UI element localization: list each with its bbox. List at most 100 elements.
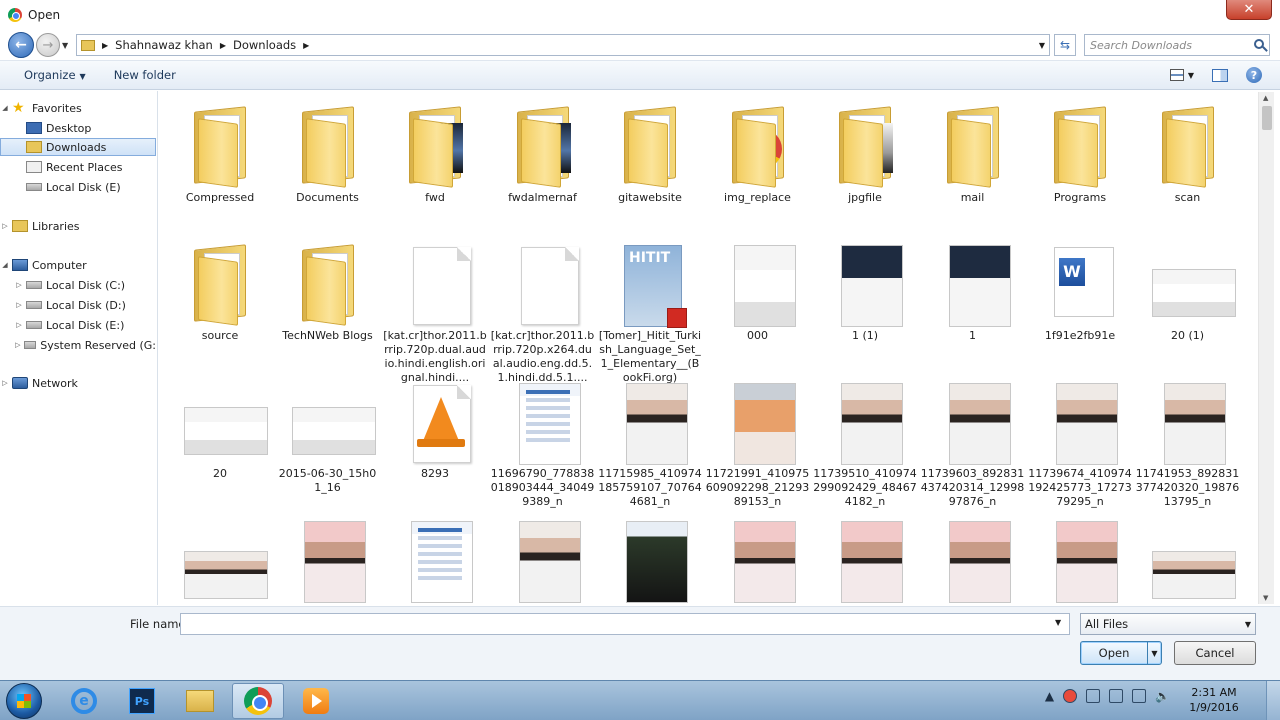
vertical-scrollbar[interactable]: ▲ ▼ [1258, 92, 1274, 604]
expand-icon[interactable]: ▷ [14, 321, 24, 329]
taskbar-media-player[interactable] [290, 683, 342, 719]
expand-icon[interactable]: ▷ [0, 379, 10, 387]
file-item[interactable]: 2015-06-30_15h01_16 [276, 371, 380, 511]
help-icon[interactable]: ? [1246, 67, 1262, 83]
chevron-right-icon[interactable]: ▶ [102, 41, 108, 50]
file-item[interactable]: 11749393_115546 [383, 509, 487, 605]
file-item[interactable]: 11696790_778838018903444_340499389_n [491, 371, 595, 511]
collapse-icon[interactable]: ◢ [0, 261, 10, 269]
taskbar-explorer[interactable] [174, 683, 226, 719]
recent-locations-button[interactable]: ▼ [62, 41, 72, 50]
open-options-dropdown-icon[interactable]: ▼ [1147, 642, 1161, 664]
nav-network[interactable]: ▷ Network [0, 374, 156, 392]
network-tray-icon[interactable] [1132, 689, 1147, 703]
nav-libraries[interactable]: ▷ Libraries [0, 217, 156, 235]
file-item[interactable]: 1 (1) [813, 233, 917, 373]
forward-button[interactable]: → [36, 33, 60, 57]
nav-local-disk-e-fav[interactable]: Local Disk (E) [0, 178, 156, 196]
nav-desktop[interactable]: Desktop [0, 119, 156, 137]
folder-item[interactable]: fwdalmernaf [491, 95, 595, 235]
file-item[interactable]: 11756436_892831 [1136, 509, 1240, 605]
file-item[interactable]: 11739510_410974299092429_484674182_n [813, 371, 917, 511]
scroll-down-icon[interactable]: ▼ [1263, 594, 1268, 602]
file-item[interactable]: HITIT [Tomer]_Hitit_Turkish_Language_Set_… [598, 233, 702, 384]
file-item[interactable]: 000 [706, 233, 810, 373]
folder-item[interactable]: Documents [276, 95, 380, 235]
file-type-select[interactable]: All Files ▼ [1080, 613, 1256, 635]
open-button[interactable]: Open ▼ [1080, 641, 1162, 665]
scrollbar-thumb[interactable] [1262, 106, 1272, 130]
folder-item[interactable]: mail [921, 95, 1025, 235]
nav-system-reserved[interactable]: ▷ System Reserved (G: [0, 336, 156, 354]
refresh-button[interactable]: ⇆ [1054, 34, 1076, 56]
cancel-button[interactable]: Cancel [1174, 641, 1256, 665]
nav-recent-places[interactable]: Recent Places [0, 158, 156, 176]
chevron-right-icon[interactable]: ▶ [303, 41, 309, 50]
taskbar-internet-explorer[interactable]: e [58, 683, 110, 719]
new-folder-button[interactable]: New folder [114, 68, 176, 82]
file-item[interactable]: [kat.cr]thor.2011.brrip.720p.dual.audio.… [383, 233, 487, 384]
organize-button[interactable]: Organize ▼ [24, 68, 86, 82]
expand-icon[interactable]: ◢ [0, 104, 10, 112]
file-item[interactable]: 11748829_410974 [276, 509, 380, 605]
nav-disk-d[interactable]: ▷ Local Disk (D:) [0, 296, 156, 314]
folder-item[interactable]: TechNWeb Blogs [276, 233, 380, 373]
taskbar-photoshop[interactable]: Ps [116, 683, 168, 719]
expand-icon[interactable]: ▷ [0, 222, 10, 230]
file-item[interactable]: 1 [921, 233, 1025, 373]
views-dropdown-icon[interactable]: ▼ [1188, 71, 1194, 80]
show-hidden-icons-icon[interactable]: ▲ [1045, 689, 1054, 703]
file-name-dropdown-icon[interactable]: ▼ [1055, 618, 1061, 627]
folder-item[interactable]: scan [1136, 95, 1240, 235]
taskbar-chrome[interactable] [232, 683, 284, 719]
scroll-up-icon[interactable]: ▲ [1263, 94, 1268, 102]
file-name-input[interactable] [180, 613, 1070, 635]
folder-item[interactable]: fwd [383, 95, 487, 235]
file-item[interactable]: 11751114_410975 [706, 509, 810, 605]
clock[interactable]: 2:31 AM 1/9/2016 [1184, 685, 1244, 715]
file-item[interactable]: 11721991_410975609092298_2129389153_n [706, 371, 810, 511]
folder-item[interactable]: Compressed [168, 95, 272, 235]
nav-computer[interactable]: ◢ Computer [0, 256, 156, 274]
file-item[interactable]: 11749417_410974 [491, 509, 595, 605]
address-dropdown-button[interactable]: ▼ [1039, 41, 1045, 50]
breadcrumb-user[interactable]: Shahnawaz khan [115, 38, 213, 52]
file-item[interactable]: 8293 [383, 371, 487, 511]
folder-item[interactable]: img_replace [706, 95, 810, 235]
chevron-right-icon[interactable]: ▶ [220, 41, 226, 50]
file-item[interactable]: 11751049_143198 [598, 509, 702, 605]
preview-pane-icon[interactable] [1212, 68, 1228, 82]
file-item[interactable]: 11751134_410975 [813, 509, 917, 605]
battery-icon[interactable] [1086, 689, 1101, 703]
file-item[interactable]: W 1f91e2fb91e [1028, 233, 1132, 373]
file-item[interactable]: 11715985_410974185759107_707644681_n [598, 371, 702, 511]
folder-item[interactable]: source [168, 233, 272, 373]
action-center-icon[interactable] [1109, 689, 1124, 703]
file-item[interactable]: 11739603_892831437420314_1299897876_n [921, 371, 1025, 511]
file-item[interactable]: 11753861_892832 [1028, 509, 1132, 605]
file-item[interactable]: 20 (1) [1136, 233, 1240, 373]
file-item[interactable]: 11739674_410974192425773_1727379295_n [1028, 371, 1132, 511]
nav-disk-c[interactable]: ▷ Local Disk (C:) [0, 276, 156, 294]
file-item[interactable]: 20 [168, 371, 272, 511]
search-icon[interactable] [1254, 39, 1264, 49]
back-button[interactable]: ← [8, 32, 34, 58]
expand-icon[interactable]: ▷ [14, 341, 22, 349]
file-item[interactable]: 11741953_892831377420320_1987613795_n [1136, 371, 1240, 511]
folder-item[interactable]: gitawebsite [598, 95, 702, 235]
tray-app-icon[interactable] [1063, 689, 1078, 703]
file-item[interactable]: 11748582_892831 [168, 509, 272, 605]
nav-downloads[interactable]: Downloads [0, 138, 156, 156]
views-icon[interactable] [1169, 69, 1184, 81]
file-item[interactable]: [kat.cr]thor.2011.brrip.720p.x264.dual.a… [491, 233, 595, 384]
expand-icon[interactable]: ▷ [14, 281, 24, 289]
search-input[interactable] [1090, 38, 1250, 52]
nav-disk-e[interactable]: ▷ Local Disk (E:) [0, 316, 156, 334]
file-item[interactable]: 11751176_410975 [921, 509, 1025, 605]
start-button[interactable] [6, 683, 42, 719]
expand-icon[interactable]: ▷ [14, 301, 24, 309]
close-button[interactable]: ✕ [1226, 0, 1272, 20]
address-bar[interactable]: ▶ Shahnawaz khan ▶ Downloads ▶ ▼ [76, 34, 1050, 56]
folder-item[interactable]: jpgfile [813, 95, 917, 235]
show-desktop-button[interactable] [1266, 681, 1280, 720]
